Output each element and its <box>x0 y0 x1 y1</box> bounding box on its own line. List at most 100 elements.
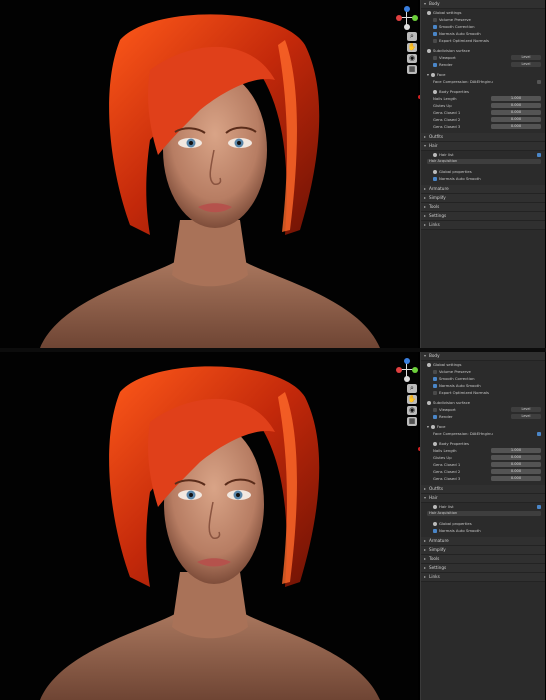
render-level-field[interactable]: Level <box>511 414 541 419</box>
camera-icon[interactable]: ◉ <box>407 406 417 415</box>
viewport-level-field[interactable]: Level <box>511 55 541 60</box>
section-armature[interactable]: ▸ Armature <box>421 185 545 194</box>
export-optimized-normals-checkbox[interactable]: Export Optimized Normals <box>421 37 545 44</box>
hair-icon <box>433 152 437 157</box>
viewport-checkbox[interactable]: Viewport Level <box>421 54 545 61</box>
prop-value[interactable]: 0.000 <box>491 103 541 108</box>
gizmo-y-axis[interactable] <box>412 15 418 21</box>
prop-row[interactable]: Gens Closed 1 0.000 <box>421 109 545 116</box>
export-optimized-normals-checkbox[interactable]: Export Optimized Normals <box>421 389 545 396</box>
grid-icon[interactable]: ▦ <box>407 65 417 74</box>
prop-value[interactable]: 0.000 <box>491 469 541 474</box>
render-level-field[interactable]: Level <box>511 62 541 67</box>
subdivision-surface-header[interactable]: Subdivision surface <box>421 47 545 54</box>
prop-row[interactable]: Gens Closed 2 0.000 <box>421 468 545 475</box>
viewport-3d[interactable] <box>0 0 418 348</box>
gizmo-x-axis[interactable] <box>396 367 402 373</box>
volume-preserve-checkbox[interactable]: Volume Preserve <box>421 368 545 375</box>
section-simplify[interactable]: ▸ Simplify <box>421 194 545 203</box>
viewport-checkbox[interactable]: Viewport Level <box>421 406 545 413</box>
prop-value[interactable]: 0.000 <box>491 117 541 122</box>
normals-auto-smooth-checkbox[interactable]: Normals Auto Smooth <box>421 30 545 37</box>
section-armature[interactable]: ▸ Armature <box>421 537 545 546</box>
section-simplify[interactable]: ▸ Simplify <box>421 546 545 555</box>
gizmo-center[interactable] <box>404 376 410 382</box>
render-checkbox[interactable]: Render Level <box>421 413 545 420</box>
face-header[interactable]: ▾ Face <box>421 71 545 78</box>
body-properties-header[interactable]: Body Properties <box>421 440 545 447</box>
global-settings-header[interactable]: Global settings <box>421 9 545 16</box>
character-render <box>40 366 380 700</box>
wrench-icon <box>433 169 437 174</box>
zoom-icon[interactable]: ⌕ <box>407 384 417 393</box>
camera-icon[interactable]: ◉ <box>407 54 417 63</box>
hair-normals-checkbox[interactable]: Normals Auto Smooth <box>421 527 545 534</box>
prop-row[interactable]: Nails Length 1.000 <box>421 447 545 454</box>
zoom-icon[interactable]: ⌕ <box>407 32 417 41</box>
normals-auto-smooth-checkbox[interactable]: Normals Auto Smooth <box>421 382 545 389</box>
gizmo-x-axis[interactable] <box>396 15 402 21</box>
volume-preserve-checkbox[interactable]: Volume Preserve <box>421 16 545 23</box>
face-compression-checkbox[interactable] <box>537 79 541 84</box>
grid-icon[interactable]: ▦ <box>407 417 417 426</box>
hand-icon[interactable]: ✋ <box>407 43 417 52</box>
prop-row[interactable]: Gens Closed 3 0.000 <box>421 475 545 482</box>
hair-list-row[interactable]: Hair list <box>421 503 545 510</box>
properties-panel: ▾ Body Global settings Volume Preserve Sm… <box>420 352 545 700</box>
navigation-gizmo[interactable] <box>396 358 418 382</box>
prop-value[interactable]: 0.000 <box>491 462 541 467</box>
smooth-correction-checkbox[interactable]: Smooth Correction <box>421 375 545 382</box>
section-outfits[interactable]: ▸ Outfits <box>421 133 545 142</box>
global-settings-header[interactable]: Global settings <box>421 361 545 368</box>
hair-acquisition-dropdown[interactable]: Hair Acquisition <box>421 510 545 517</box>
smooth-correction-checkbox[interactable]: Smooth Correction <box>421 23 545 30</box>
viewport-level-field[interactable]: Level <box>511 407 541 412</box>
face-compression-checkbox[interactable] <box>537 431 541 436</box>
hand-icon[interactable]: ✋ <box>407 395 417 404</box>
gizmo-center[interactable] <box>404 24 410 30</box>
gizmo-z-axis[interactable] <box>404 358 410 364</box>
face-compression-row[interactable]: Face Compression: DAtEHnginu <box>421 78 545 85</box>
face-compression-row[interactable]: Face Compression: DAtEHnginu <box>421 430 545 437</box>
body-properties-header[interactable]: Body Properties <box>421 88 545 95</box>
prop-row[interactable]: Nails Length 1.000 <box>421 95 545 102</box>
subdivision-surface-header[interactable]: Subdivision surface <box>421 399 545 406</box>
prop-row[interactable]: Gens Closed 3 0.000 <box>421 123 545 130</box>
section-tools[interactable]: ▸ Tools <box>421 203 545 212</box>
properties-panel: ▾ Body Global settings Volume Preserve Sm… <box>420 0 545 348</box>
navigation-gizmo[interactable] <box>396 6 418 30</box>
prop-value[interactable]: 1.000 <box>491 96 541 101</box>
section-body[interactable]: ▾ Body <box>421 0 545 9</box>
global-properties-header[interactable]: Global properties <box>421 168 545 175</box>
section-links[interactable]: ▸ Links <box>421 573 545 582</box>
section-hair[interactable]: ▾ Hair <box>421 142 545 151</box>
section-outfits[interactable]: ▸ Outfits <box>421 485 545 494</box>
hair-list-row[interactable]: Hair list <box>421 151 545 158</box>
hair-acquisition-dropdown[interactable]: Hair Acquisition <box>421 158 545 165</box>
render-checkbox[interactable]: Render Level <box>421 61 545 68</box>
gizmo-z-axis[interactable] <box>404 6 410 12</box>
section-hair[interactable]: ▾ Hair <box>421 494 545 503</box>
gizmo-y-axis[interactable] <box>412 367 418 373</box>
viewport-pane-after: ⌕ ✋ ◉ ▦ ▾ Body Global settings Volume Pre… <box>0 352 546 700</box>
prop-value[interactable]: 1.000 <box>491 448 541 453</box>
section-links[interactable]: ▸ Links <box>421 221 545 230</box>
section-tools[interactable]: ▸ Tools <box>421 555 545 564</box>
prop-value[interactable]: 0.000 <box>491 110 541 115</box>
prop-value[interactable]: 0.000 <box>491 455 541 460</box>
prop-value[interactable]: 0.000 <box>491 124 541 129</box>
face-header[interactable]: ▾ Face <box>421 423 545 430</box>
prop-row[interactable]: Gens Closed 1 0.000 <box>421 461 545 468</box>
section-settings[interactable]: ▸ Settings <box>421 212 545 221</box>
section-body[interactable]: ▾ Body <box>421 352 545 361</box>
hair-list-toggle[interactable] <box>537 152 541 157</box>
prop-row[interactable]: Glutes Up 0.000 <box>421 102 545 109</box>
hair-list-toggle[interactable] <box>537 504 541 509</box>
prop-value[interactable]: 0.000 <box>491 476 541 481</box>
global-properties-header[interactable]: Global properties <box>421 520 545 527</box>
prop-row[interactable]: Glutes Up 0.000 <box>421 454 545 461</box>
viewport-3d[interactable] <box>0 352 418 700</box>
hair-normals-checkbox[interactable]: Normals Auto Smooth <box>421 175 545 182</box>
section-settings[interactable]: ▸ Settings <box>421 564 545 573</box>
prop-row[interactable]: Gens Closed 2 0.000 <box>421 116 545 123</box>
